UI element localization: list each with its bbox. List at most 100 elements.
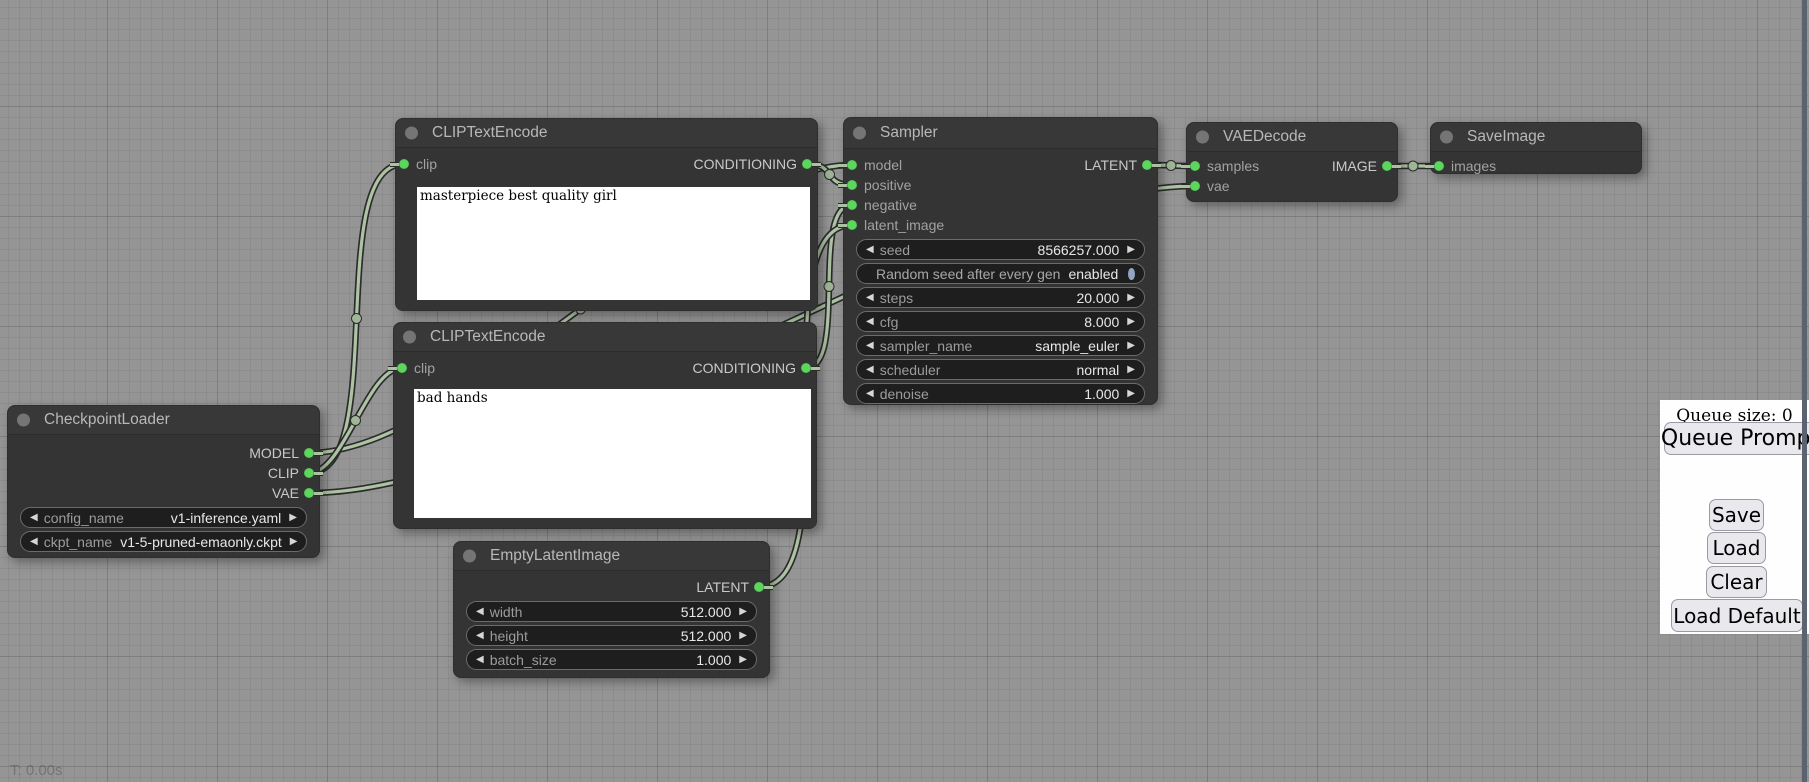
decrement-arrow-icon[interactable]: ◀ [30,513,38,523]
node-title-bar[interactable]: Sampler [844,118,1157,149]
widget-label: denoise [880,386,1077,402]
widget-value: normal [1077,362,1120,378]
widget-label: steps [880,290,1069,306]
node-save-image[interactable]: SaveImage images [1430,122,1642,174]
output-port-latent[interactable] [1142,160,1152,170]
node-title: CheckpointLoader [44,411,170,428]
node-title-bar[interactable]: CheckpointLoader [8,406,319,435]
node-title-bar[interactable]: CLIPTextEncode [394,323,816,352]
slot-row: vae [1187,176,1397,196]
increment-arrow-icon[interactable]: ▶ [739,631,747,641]
collapse-dot-icon[interactable] [1196,131,1209,144]
collapse-dot-icon[interactable] [853,127,866,140]
input-port-latent-image[interactable] [847,220,857,230]
widget-steps[interactable]: ◀ steps 20.000 ▶ [856,287,1145,308]
decrement-arrow-icon[interactable]: ◀ [866,245,874,255]
increment-arrow-icon[interactable]: ▶ [1127,245,1135,255]
output-port-model[interactable] [304,448,314,458]
input-port-images[interactable] [1434,161,1444,171]
node-title-bar[interactable]: SaveImage [1431,123,1641,152]
node-title-bar[interactable]: VAEDecode [1187,123,1397,152]
slot-row: images [1431,156,1641,176]
node-clip-text-encode-negative[interactable]: CLIPTextEncode clip CONDITIONING bad han… [393,322,817,529]
toggle-circle-icon[interactable] [1128,268,1135,280]
widget-height[interactable]: ◀ height 512.000 ▶ [466,625,757,646]
decrement-arrow-icon[interactable]: ◀ [866,317,874,327]
widget-batch-size[interactable]: ◀ batch_size 1.000 ▶ [466,649,757,670]
load-button[interactable]: Load [1707,532,1766,564]
output-port-conditioning[interactable] [801,363,811,373]
decrement-arrow-icon[interactable]: ◀ [476,655,484,665]
slot-row: model LATENT [844,155,1157,175]
collapse-dot-icon[interactable] [463,550,476,563]
widget-label: cfg [880,314,1077,330]
output-port-image[interactable] [1382,161,1392,171]
output-row: MODEL [8,443,319,463]
collapse-dot-icon[interactable] [403,331,416,344]
widget-random-seed-toggle[interactable]: Random seed after every gen enabled [856,263,1145,284]
graph-canvas[interactable]: T: 0.00s CheckpointLoader MODEL CLIP VAE… [0,0,1809,782]
input-port-positive[interactable] [847,180,857,190]
increment-arrow-icon[interactable]: ▶ [1127,341,1135,351]
load-default-button[interactable]: Load Default [1671,599,1803,632]
widget-denoise[interactable]: ◀ denoise 1.000 ▶ [856,383,1145,404]
widget-value: sample_euler [1035,338,1119,354]
side-menu-panel: Queue size: 0 Queue Prompt Save Load Cle… [1660,400,1809,634]
increment-arrow-icon[interactable]: ▶ [739,607,747,617]
perf-counter: T: 0.00s [10,762,63,779]
node-title-bar[interactable]: EmptyLatentImage [454,542,769,571]
widget-sampler-name[interactable]: ◀ sampler_name sample_euler ▶ [856,335,1145,356]
widget-label: config_name [44,510,163,526]
prompt-textarea[interactable]: masterpiece best quality girl [417,187,810,300]
window-scrollbar[interactable] [1802,0,1807,782]
increment-arrow-icon[interactable]: ▶ [290,537,298,547]
increment-arrow-icon[interactable]: ▶ [289,513,297,523]
output-port-clip[interactable] [304,468,314,478]
increment-arrow-icon[interactable]: ▶ [1127,317,1135,327]
node-vae-decode[interactable]: VAEDecode samples IMAGE vae [1186,122,1398,202]
increment-arrow-icon[interactable]: ▶ [739,655,747,665]
decrement-arrow-icon[interactable]: ◀ [866,389,874,399]
collapse-dot-icon[interactable] [17,414,30,427]
decrement-arrow-icon[interactable]: ◀ [866,365,874,375]
decrement-arrow-icon[interactable]: ◀ [476,607,484,617]
input-port-clip[interactable] [399,159,409,169]
queue-prompt-button[interactable]: Queue Prompt [1664,422,1809,455]
output-port-vae[interactable] [304,488,314,498]
widget-cfg[interactable]: ◀ cfg 8.000 ▶ [856,311,1145,332]
node-checkpoint-loader[interactable]: CheckpointLoader MODEL CLIP VAE ◀ config… [7,405,320,558]
widget-seed[interactable]: ◀ seed 8566257.000 ▶ [856,239,1145,260]
input-port-clip[interactable] [397,363,407,373]
output-port-conditioning[interactable] [802,159,812,169]
output-row: CLIP [8,463,319,483]
save-button[interactable]: Save [1709,499,1764,531]
widget-config-name[interactable]: ◀ config_name v1-inference.yaml ▶ [20,507,307,528]
increment-arrow-icon[interactable]: ▶ [1127,389,1135,399]
widget-label: height [490,628,673,644]
node-title: CLIPTextEncode [430,328,545,345]
widget-scheduler[interactable]: ◀ scheduler normal ▶ [856,359,1145,380]
output-row: VAE [8,483,319,503]
input-port-samples[interactable] [1190,161,1200,171]
decrement-arrow-icon[interactable]: ◀ [476,631,484,641]
widget-width[interactable]: ◀ width 512.000 ▶ [466,601,757,622]
node-empty-latent-image[interactable]: EmptyLatentImage LATENT ◀ width 512.000 … [453,541,770,678]
decrement-arrow-icon[interactable]: ◀ [866,341,874,351]
widget-ckpt-name[interactable]: ◀ ckpt_name v1-5-pruned-emaonly.ckpt ▶ [20,531,307,552]
output-port-latent[interactable] [754,582,764,592]
widget-value: 8566257.000 [1038,242,1120,258]
increment-arrow-icon[interactable]: ▶ [1127,365,1135,375]
collapse-dot-icon[interactable] [1440,131,1453,144]
node-sampler[interactable]: Sampler model LATENT positive negative l… [843,117,1158,405]
clear-button[interactable]: Clear [1706,566,1767,598]
decrement-arrow-icon[interactable]: ◀ [866,293,874,303]
prompt-textarea[interactable]: bad hands [414,389,811,518]
input-port-vae[interactable] [1190,181,1200,191]
input-port-model[interactable] [847,160,857,170]
node-clip-text-encode-positive[interactable]: CLIPTextEncode clip CONDITIONING masterp… [395,118,818,311]
decrement-arrow-icon[interactable]: ◀ [30,537,38,547]
input-port-negative[interactable] [847,200,857,210]
collapse-dot-icon[interactable] [405,127,418,140]
increment-arrow-icon[interactable]: ▶ [1127,293,1135,303]
node-title-bar[interactable]: CLIPTextEncode [396,119,817,148]
